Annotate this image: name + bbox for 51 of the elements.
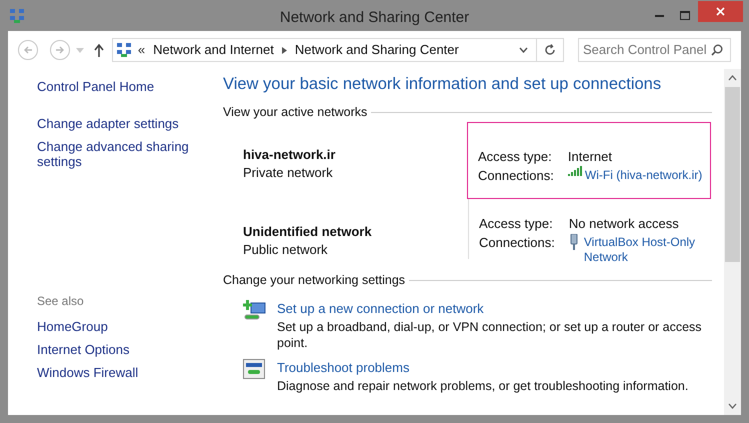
signal-bars-icon	[568, 166, 582, 176]
task-description: Diagnose and repair network problems, or get troubleshooting information.	[277, 378, 688, 394]
see-also-link[interactable]: HomeGroup	[37, 319, 223, 335]
section-heading: Change your networking settings	[223, 272, 406, 289]
forward-arrow-icon	[54, 45, 65, 55]
scroll-thumb[interactable]	[725, 87, 740, 262]
sidebar-link[interactable]: Change adapter settings	[37, 116, 223, 131]
control-panel-icon	[116, 42, 132, 58]
scroll-down-icon[interactable]	[728, 403, 737, 409]
access-type-value: No network access	[568, 214, 680, 233]
network-type: Private network	[243, 164, 334, 182]
breadcrumb-arrow-icon[interactable]	[282, 46, 287, 54]
scrollbar[interactable]	[724, 69, 741, 415]
connection-link[interactable]: VirtualBox Host-Only Network	[584, 234, 712, 265]
sidebar-link[interactable]: Change advanced sharing settings	[37, 139, 223, 169]
sidebar-link[interactable]: Control Panel Home	[37, 79, 223, 94]
network-type: Public network	[243, 240, 329, 259]
search-icon[interactable]	[711, 44, 724, 56]
task-link[interactable]: Set up a new connection or network	[277, 300, 712, 316]
network-name: Unidentified network	[243, 222, 373, 241]
connections-label: Connections:	[479, 234, 555, 252]
access-type-value: Internet	[568, 148, 613, 166]
page-heading: View your basic network information and set up connections	[223, 74, 662, 95]
address-bar[interactable]: « Network and Internet Network and Sharing Center	[112, 38, 564, 62]
new-connection-icon	[243, 300, 267, 322]
see-also-heading: See also	[37, 293, 85, 310]
breadcrumb-overflow[interactable]: «	[138, 40, 146, 60]
scroll-up-icon[interactable]	[728, 75, 737, 81]
refresh-icon[interactable]	[544, 44, 556, 56]
section-heading: View your active networks	[223, 104, 368, 121]
back-arrow-icon	[22, 45, 33, 55]
chevron-down-icon[interactable]	[519, 47, 528, 53]
task-description: Set up a broadband, dial-up, or VPN connection; or set up a router or access point.	[277, 318, 703, 350]
troubleshoot-icon	[243, 358, 265, 378]
search-field[interactable]: Search Control Panel	[578, 38, 732, 62]
access-type-label: Access type:	[479, 214, 554, 233]
breadcrumb[interactable]: Network and Sharing Center	[294, 40, 459, 60]
access-type-label: Access type:	[478, 148, 553, 166]
see-also-link[interactable]: Internet Options	[37, 342, 223, 358]
network-name: hiva-network.ir	[243, 146, 336, 164]
close-icon	[716, 6, 725, 16]
close-button[interactable]	[698, 0, 743, 22]
breadcrumb[interactable]: Network and Internet	[153, 40, 274, 60]
connections-label: Connections:	[478, 166, 554, 185]
task-link[interactable]: Troubleshoot problems	[277, 358, 688, 376]
see-also-link[interactable]: Windows Firewall	[37, 365, 223, 381]
connection-link[interactable]: Wi-Fi (hiva-network.ir)	[584, 168, 702, 183]
window-title: Network and Sharing Center	[280, 8, 470, 28]
network-cable-icon	[568, 234, 579, 250]
network-icon	[9, 8, 25, 24]
up-arrow-icon[interactable]	[94, 44, 104, 56]
